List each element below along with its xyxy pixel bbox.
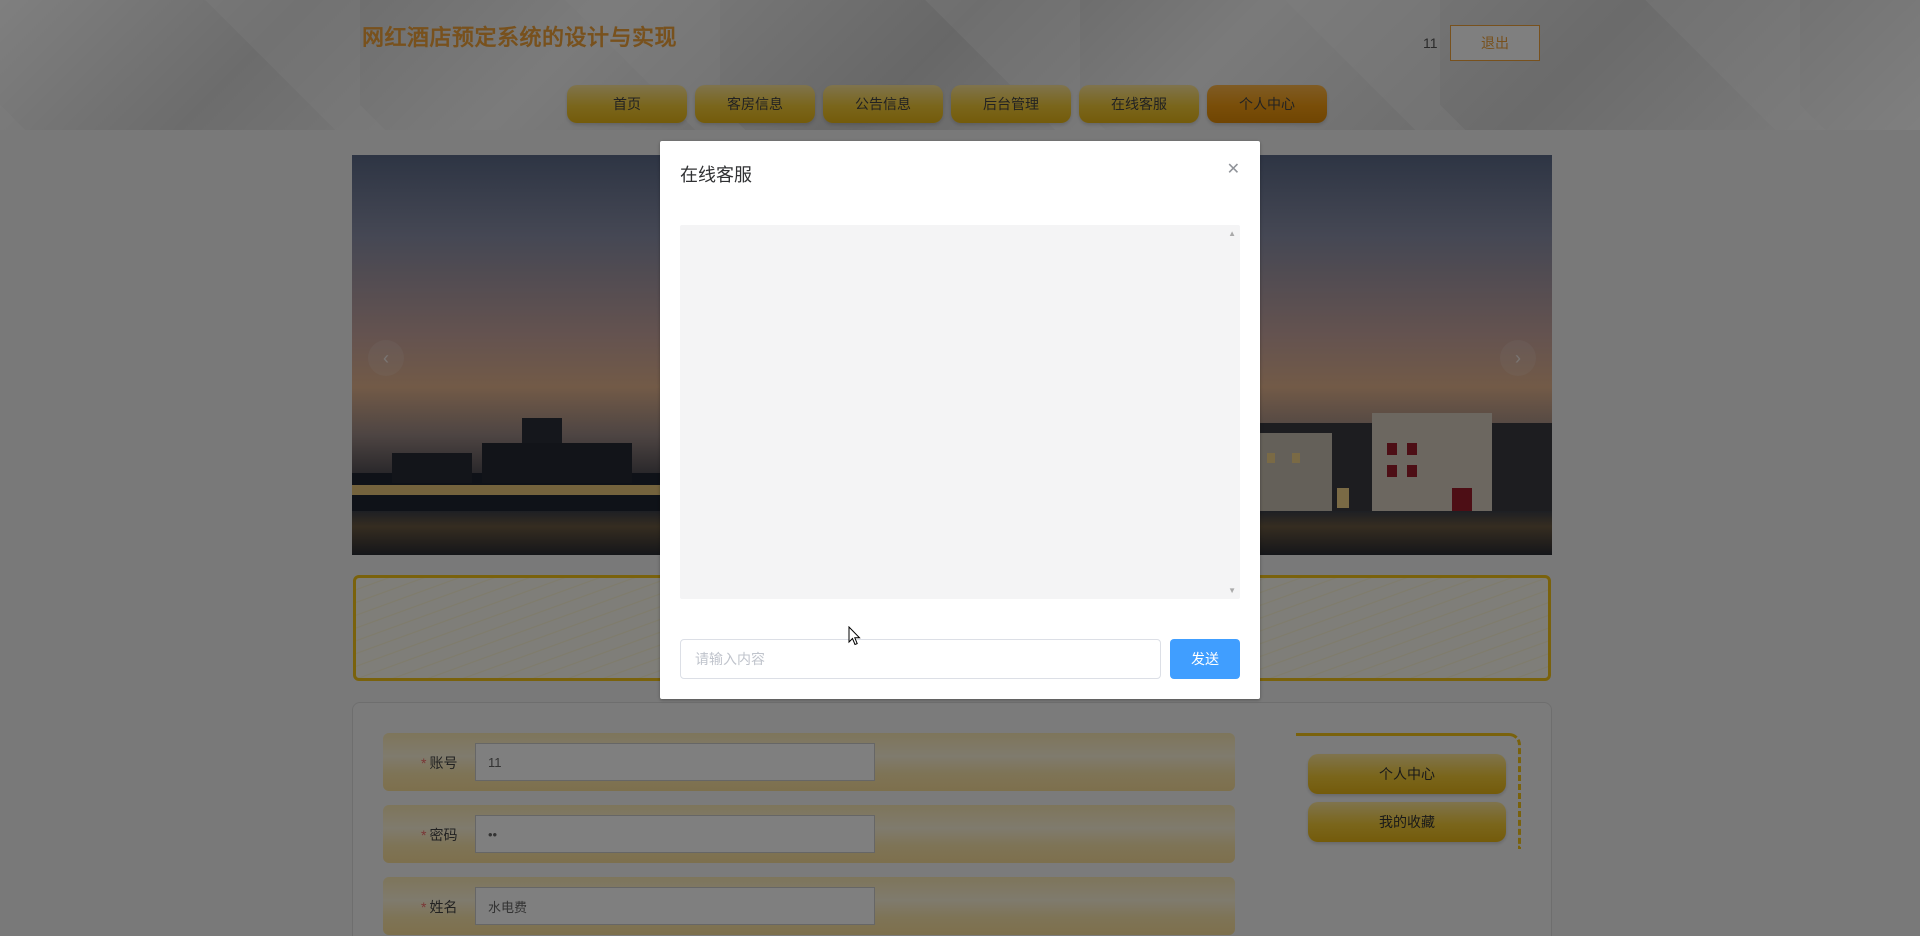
scroll-down-icon[interactable]: ▼ xyxy=(1228,586,1236,595)
dialog-title: 在线客服 xyxy=(680,165,752,185)
close-icon[interactable]: ✕ xyxy=(1227,159,1240,179)
online-service-dialog: 在线客服 ✕ ▲ ▼ 发送 xyxy=(660,141,1260,699)
chat-message-area[interactable]: ▲ ▼ xyxy=(680,225,1240,599)
mouse-cursor-icon xyxy=(848,626,861,646)
send-button[interactable]: 发送 xyxy=(1170,639,1240,679)
scroll-up-icon[interactable]: ▲ xyxy=(1228,229,1236,238)
message-input[interactable] xyxy=(680,639,1161,679)
